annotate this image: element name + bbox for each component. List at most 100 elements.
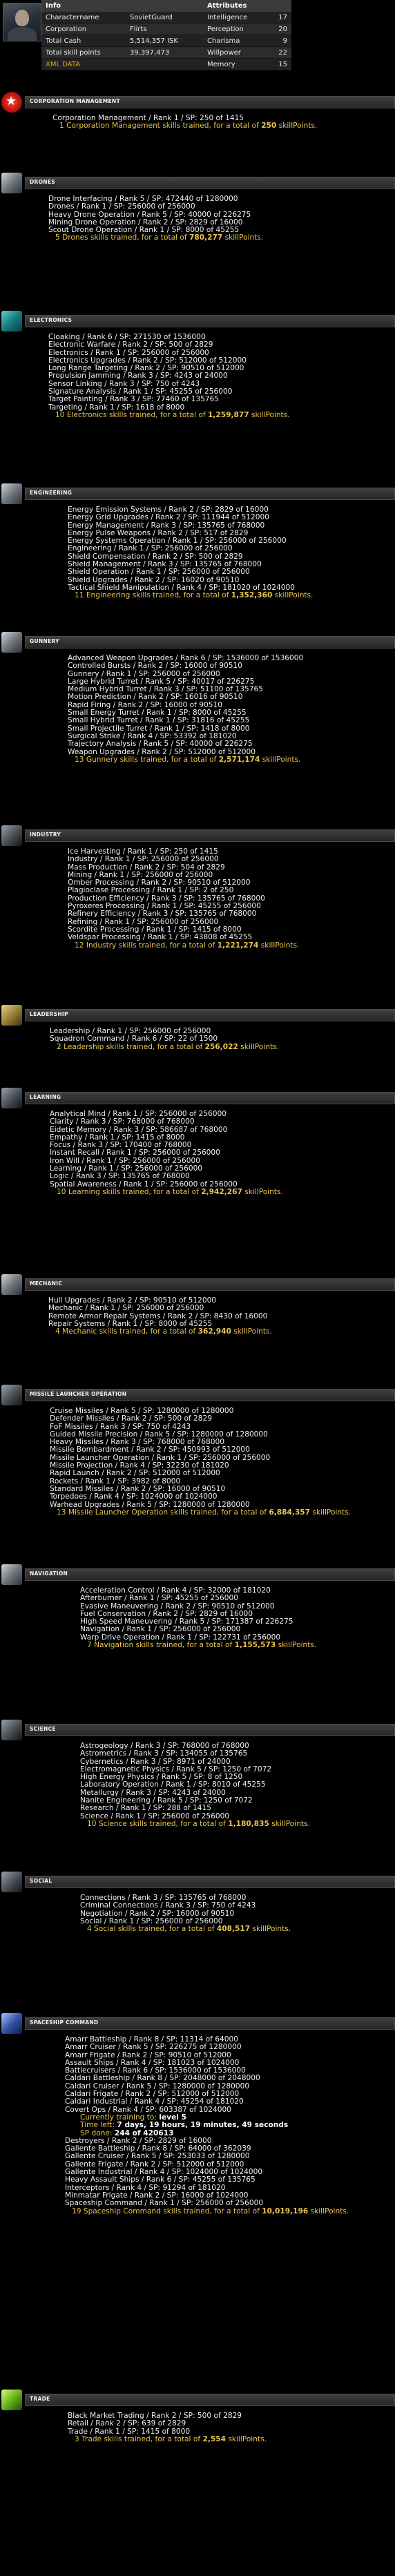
industry-icon <box>1 825 22 846</box>
navigation-icon <box>1 1564 22 1585</box>
section-total: 10 Learning skills trained, for a total … <box>50 1188 395 1196</box>
skill-section: NAVIGATION Acceleration Control / Rank 4 … <box>0 1564 395 1649</box>
section-title-bar: MECHANIC <box>25 1278 395 1291</box>
total-suffix: skillPoints. <box>225 2434 267 2443</box>
missile-launcher-icon <box>1 1385 22 1405</box>
total-suffix: skillPoints. <box>238 1042 279 1051</box>
training-status-value: level 5 <box>159 2113 186 2122</box>
skill-row: Research / Rank 1 / SP: 288 of 1415 <box>80 1804 211 1813</box>
total-skillpoints: 1,259,877 <box>207 410 249 419</box>
section-total: 10 Electronics skills trained, for a tot… <box>48 410 395 419</box>
skill-list: Cruise Missiles / Rank 5 / SP: 1280000 o… <box>0 1405 395 1517</box>
spaceship-command-icon <box>1 2013 22 2034</box>
skill-list: Ice Harvesting / Rank 1 / SP: 250 of 141… <box>0 846 395 950</box>
total-text: 3 Trade skills trained, for a total of <box>75 2434 203 2443</box>
section-header: NAVIGATION <box>0 1564 395 1585</box>
section-title-bar: GUNNERY <box>25 636 395 648</box>
skill-section: MECHANIC Hull Upgrades / Rank 2 / SP: 905… <box>0 1274 395 1336</box>
section-title: NAVIGATION <box>30 1570 68 1577</box>
section-total: 5 Drones skills trained, for a total of … <box>48 234 395 242</box>
learning-icon <box>1 1088 22 1108</box>
total-suffix: skillPoints. <box>308 2207 349 2215</box>
character-header: Info Attributes Charactername SovietGuar… <box>0 0 395 93</box>
section-title: TRADE <box>30 2396 50 2402</box>
skill-row: Amarr Cruiser / Rank 5 / SP: 226275 of 1… <box>65 2043 242 2052</box>
skill-row: Industry / Rank 1 / SP: 256000 of 256000 <box>68 855 219 864</box>
section-total: 11 Engineering skills trained, for a tot… <box>68 592 395 599</box>
section-title-bar: SOCIAL <box>25 1876 395 1888</box>
science-icon <box>1 1720 22 1740</box>
info-row: Total skill points 39,397,473 Willpower … <box>41 46 291 59</box>
section-title: INDUSTRY <box>30 832 61 838</box>
section-title: ELECTRONICS <box>30 317 73 323</box>
section-total: 4 Mechanic skills trained, for a total o… <box>48 1328 395 1336</box>
section-header: CORPORATION MANAGEMENT <box>0 92 395 113</box>
training-time-left-value: 7 days, 19 hours, 19 minutes, 49 seconds <box>117 2121 289 2130</box>
skill-list: Black Market Trading / Rank 2 / SP: 500 … <box>0 2410 395 2443</box>
skill-row: Energy Grid Upgrades / Rank 2 / SP: 1119… <box>68 513 269 522</box>
skill-row: Astrometrics / Rank 3 / SP: 134055 of 13… <box>80 1749 248 1758</box>
total-skillpoints: 2,571,174 <box>218 755 260 764</box>
section-title: MECHANIC <box>30 1280 63 1287</box>
total-suffix: skillPoints. <box>276 122 318 131</box>
total-text: 19 Spaceship Command skills trained, for… <box>72 2207 262 2215</box>
skill-list: Analytical Mind / Rank 1 / SP: 256000 of… <box>0 1108 395 1196</box>
total-text: 7 Navigation skills trained, for a total… <box>87 1641 235 1650</box>
total-suffix: skillPoints. <box>260 755 301 764</box>
skill-row: Refinery Efficiency / Rank 3 / SP: 13576… <box>68 910 257 919</box>
total-text: 1 Corporation Management skills trained,… <box>59 122 262 131</box>
section-total: 19 Spaceship Command skills trained, for… <box>65 2207 395 2215</box>
section-header: ELECTRONICS <box>0 311 395 331</box>
skill-row: Clarity / Rank 3 / SP: 768000 of 768000 <box>50 1117 195 1126</box>
section-header: LEARNING <box>0 1088 395 1108</box>
section-total: 3 Trade skills trained, for a total of 2… <box>68 2434 395 2443</box>
skill-section: ELECTRONICS Cloaking / Rank 6 / SP: 27153… <box>0 311 395 419</box>
gunnery-icon <box>1 632 22 653</box>
skill-list: Connections / Rank 3 / SP: 135765 of 768… <box>0 1892 395 1933</box>
skill-row: Torpedoes / Rank 4 / SP: 1024000 of 1024… <box>50 1492 218 1501</box>
character-info-table: Info Attributes Charactername SovietGuar… <box>41 0 291 70</box>
skill-section: INDUSTRY Ice Harvesting / Rank 1 / SP: 25… <box>0 825 395 950</box>
section-total: 13 Missile Launcher Operation skills tra… <box>50 1508 395 1517</box>
total-suffix: skillPoints. <box>310 1508 351 1517</box>
section-header: MISSILE LAUNCHER OPERATION <box>0 1385 395 1405</box>
section-title-bar: NAVIGATION <box>25 1568 395 1581</box>
skill-row: Logic / Rank 3 / SP: 135765 of 768000 <box>50 1172 190 1181</box>
total-text: 2 Leadership skills trained, for a total… <box>57 1042 205 1051</box>
skill-row: Criminal Connections / Rank 3 / SP: 750 … <box>80 1901 256 1910</box>
total-skillpoints: 408,517 <box>216 1925 251 1934</box>
skill-row: Shield Operation / Rank 1 / SP: 256000 o… <box>68 568 250 577</box>
section-header: TRADE <box>0 2390 395 2410</box>
section-title: ENGINEERING <box>30 490 73 496</box>
section-total: 13 Gunnery skills trained, for a total o… <box>68 756 395 764</box>
total-skillpoints: 1,221,274 <box>217 941 259 950</box>
section-total: 2 Leadership skills trained, for a total… <box>50 1042 395 1051</box>
section-header: INDUSTRY <box>0 825 395 846</box>
section-total: 1 Corporation Management skills trained,… <box>52 122 395 130</box>
section-title-bar: TRADE <box>25 2394 395 2406</box>
skill-section: CORPORATION MANAGEMENT Corporation Manage… <box>0 92 395 131</box>
section-total: 12 Industry skills trained, for a total … <box>68 941 395 950</box>
skill-list: Acceleration Control / Rank 4 / SP: 3200… <box>0 1585 395 1649</box>
section-header: ENGINEERING <box>0 483 395 504</box>
section-header: LEADERSHIP <box>0 1005 395 1026</box>
total-skillpoints: 2,554 <box>202 2434 226 2443</box>
total-skillpoints: 1,352,360 <box>231 591 273 600</box>
social-icon <box>1 1872 22 1892</box>
section-title: DRONES <box>30 179 55 185</box>
section-title-bar: SPACESHIP COMMAND <box>25 2017 395 2030</box>
character-portrait <box>3 3 41 41</box>
total-suffix: skillPoints. <box>249 410 290 419</box>
section-title: LEADERSHIP <box>30 1011 68 1017</box>
total-suffix: skillPoints. <box>222 233 264 242</box>
skill-section: LEARNING Analytical Mind / Rank 1 / SP: 2… <box>0 1088 395 1196</box>
xml-data-link[interactable]: XML DATA <box>41 58 126 70</box>
skill-section: LEADERSHIP Leadership / Rank 1 / SP: 2560… <box>0 1005 395 1051</box>
skill-row: Trajectory Analysis / Rank 5 / SP: 40000… <box>68 740 253 749</box>
section-title: SCIENCE <box>30 1726 56 1732</box>
section-title: CORPORATION MANAGEMENT <box>30 98 120 104</box>
section-header: SPACESHIP COMMAND <box>0 2013 395 2034</box>
total-suffix: skillPoints. <box>276 1641 317 1650</box>
skill-row: Rapid Launch / Rank 2 / SP: 512000 of 51… <box>50 1469 220 1478</box>
info-row: Total Cash 5,514,357 ISK Charisma 9 <box>41 35 291 47</box>
